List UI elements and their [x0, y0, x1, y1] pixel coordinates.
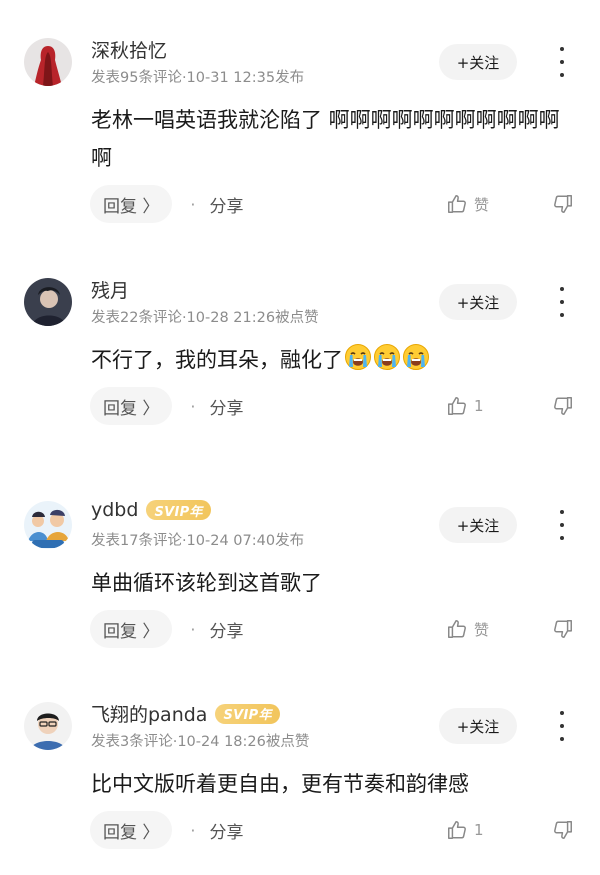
- dot-icon: [560, 60, 564, 64]
- reply-button[interactable]: 回复 〉: [90, 387, 173, 425]
- more-options-button[interactable]: [552, 287, 572, 317]
- username-text: 飞翔的panda: [91, 704, 208, 726]
- crying-face-icon: [374, 344, 400, 370]
- thumbs-up-icon: [448, 195, 466, 213]
- username-text: ydbd: [91, 499, 139, 521]
- more-options-button[interactable]: [552, 510, 572, 540]
- dot-icon: [560, 711, 564, 715]
- thumbs-down-icon: [554, 620, 572, 638]
- share-button[interactable]: 分享: [210, 617, 244, 642]
- thumbs-down-icon: [554, 821, 572, 839]
- comment-text: 比中文版听着更自由，更有节奏和韵律感: [91, 772, 469, 796]
- username[interactable]: 飞翔的panda SVIP年: [91, 700, 280, 727]
- like-button[interactable]: 赞: [446, 610, 489, 648]
- dot-icon: [560, 73, 564, 77]
- dislike-button[interactable]: [552, 185, 574, 223]
- reply-button[interactable]: 回复 〉: [90, 811, 173, 849]
- avatar[interactable]: [24, 501, 72, 549]
- comment-meta: 发表17条评论·10-24 07:40发布: [91, 533, 305, 549]
- username[interactable]: ydbd SVIP年: [91, 499, 211, 521]
- comment-meta: 发表22条评论·10-28 21:26被点赞: [91, 310, 319, 326]
- emoji-group: [343, 344, 430, 372]
- reply-button[interactable]: 回复 〉: [90, 610, 173, 648]
- like-button[interactable]: 1: [446, 811, 484, 849]
- dot-icon: [560, 523, 564, 527]
- comment-actions: 回复 〉 · 分享: [90, 387, 244, 425]
- dot-icon: [560, 300, 564, 304]
- dislike-button[interactable]: [552, 811, 574, 849]
- dot-icon: [560, 737, 564, 741]
- separator-dot: ·: [190, 820, 196, 840]
- comment-actions: 回复 〉 · 分享: [90, 610, 244, 648]
- like-count: 1: [474, 397, 484, 415]
- dot-icon: [560, 47, 564, 51]
- svip-badge: SVIP年: [215, 703, 280, 724]
- avatar[interactable]: [24, 702, 72, 750]
- like-count: 1: [474, 821, 484, 839]
- comment-actions: 回复 〉 · 分享: [90, 185, 244, 223]
- more-options-button[interactable]: [552, 711, 572, 741]
- separator-dot: ·: [190, 619, 196, 639]
- username-text: 残月: [91, 280, 130, 302]
- username[interactable]: 深秋拾忆: [91, 36, 167, 63]
- share-button[interactable]: 分享: [210, 394, 244, 419]
- crying-face-icon: [403, 344, 429, 370]
- separator-dot: ·: [190, 396, 196, 416]
- crying-face-icon: [345, 344, 371, 370]
- comment-text-body: 不行了，我的耳朵，融化了: [91, 348, 343, 372]
- comment-item: 残月 发表22条评论·10-28 21:26被点赞 +关注 不行了，我的耳朵，融…: [0, 240, 600, 450]
- dot-icon: [560, 313, 564, 317]
- follow-button[interactable]: +关注: [439, 284, 517, 320]
- dislike-button[interactable]: [552, 387, 574, 425]
- comment-actions: 回复 〉 · 分享: [90, 811, 244, 849]
- comment-text: 不行了，我的耳朵，融化了: [91, 341, 566, 379]
- dot-icon: [560, 724, 564, 728]
- like-count: 赞: [474, 620, 490, 639]
- reply-button[interactable]: 回复 〉: [90, 185, 173, 223]
- like-button[interactable]: 赞: [446, 185, 489, 223]
- like-count: 赞: [474, 195, 490, 214]
- comment-text: 单曲循环该轮到这首歌了: [91, 571, 322, 595]
- comment-meta: 发表3条评论·10-24 18:26被点赞: [91, 734, 310, 750]
- thumbs-up-icon: [448, 620, 466, 638]
- comment-meta: 发表95条评论·10-31 12:35发布: [91, 70, 305, 86]
- comment-item: ydbd SVIP年 发表17条评论·10-24 07:40发布 +关注 单曲循…: [0, 463, 600, 673]
- follow-button[interactable]: +关注: [439, 507, 517, 543]
- username[interactable]: 残月: [91, 276, 129, 303]
- thumbs-up-icon: [448, 397, 466, 415]
- username-text: 深秋拾忆: [91, 40, 168, 62]
- thumbs-down-icon: [554, 195, 572, 213]
- dot-icon: [560, 510, 564, 514]
- follow-button[interactable]: +关注: [439, 44, 517, 80]
- comment-item: 飞翔的panda SVIP年 发表3条评论·10-24 18:26被点赞 +关注…: [0, 664, 600, 875]
- dot-icon: [560, 287, 564, 291]
- dislike-button[interactable]: [552, 610, 574, 648]
- dot-icon: [560, 536, 564, 540]
- thumbs-up-icon: [448, 821, 466, 839]
- separator-dot: ·: [190, 194, 196, 214]
- avatar[interactable]: [24, 38, 72, 86]
- follow-button[interactable]: +关注: [439, 708, 517, 744]
- like-button[interactable]: 1: [446, 387, 484, 425]
- share-button[interactable]: 分享: [210, 192, 244, 217]
- thumbs-down-icon: [554, 397, 572, 415]
- comment-text: 老林一唱英语我就沦陷了 啊啊啊啊啊啊啊啊啊啊啊啊: [91, 108, 560, 170]
- avatar[interactable]: [24, 278, 72, 326]
- share-button[interactable]: 分享: [210, 818, 244, 843]
- comment-list: 深秋拾忆 发表95条评论·10-31 12:35发布 +关注 老林一唱英语我就沦…: [0, 0, 600, 849]
- comment-item: 深秋拾忆 发表95条评论·10-31 12:35发布 +关注 老林一唱英语我就沦…: [0, 0, 600, 250]
- svip-badge: SVIP年: [146, 500, 211, 520]
- more-options-button[interactable]: [552, 47, 572, 77]
